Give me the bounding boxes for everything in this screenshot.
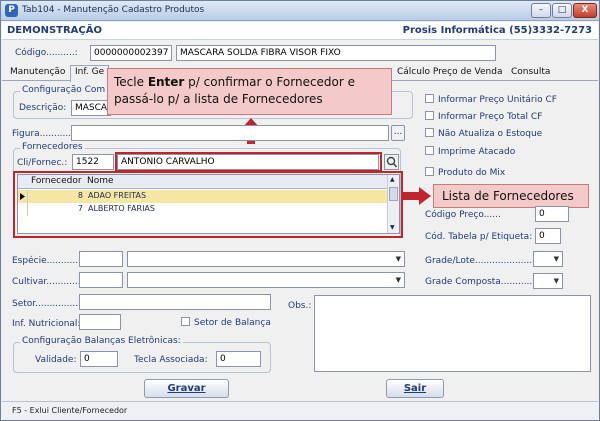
arrow-right-icon xyxy=(403,187,431,205)
chevron-down-icon: ▼ xyxy=(395,255,401,263)
inf-nutricional-label: Inf. Nutricional: xyxy=(12,319,81,329)
chevron-down-icon: ▼ xyxy=(395,276,401,284)
codigo-input[interactable]: 0000000002397 xyxy=(90,45,172,61)
chk-produto-mix-label: Produto do Mix xyxy=(438,168,506,178)
highlight-fornecedor-input xyxy=(115,152,382,172)
company-label: DEMONSTRAÇÃO xyxy=(7,25,102,36)
search-fornecedor-button[interactable] xyxy=(384,154,399,170)
chk-preco-unitario[interactable]: Informar Preço Unitário CF xyxy=(425,94,557,105)
status-text: F5 - Exlui Cliente/Fornecedor xyxy=(12,406,128,415)
chevron-down-icon: ▼ xyxy=(553,277,559,285)
codigo-preco-label: Código Preço...... xyxy=(425,210,501,220)
chevron-down-icon: ▼ xyxy=(553,255,559,263)
lista-fornecedores-callout: Lista de Fornecedores xyxy=(433,184,589,208)
product-description-input[interactable]: MASCARA SOLDA FIBRA VISOR FIXO xyxy=(176,45,496,61)
close-button[interactable]: X xyxy=(573,3,597,18)
sair-button[interactable]: Sair xyxy=(386,379,444,398)
especie-select[interactable]: ▼ xyxy=(127,251,405,267)
chk-setor-balanca-label: Setor de Balança xyxy=(194,318,271,328)
tab-calculo-preco[interactable]: Cálculo Preço de Venda xyxy=(397,67,502,77)
chk-preco-total[interactable]: Informar Preço Total CF xyxy=(425,111,542,122)
setor-label: Setor...............: xyxy=(12,299,82,309)
grade-composta-select[interactable]: ▼ xyxy=(533,273,563,289)
chk-nao-atualiza-estoque[interactable]: Não Atualiza o Estoque xyxy=(425,128,542,139)
balancas-title: Configuração Balanças Eletrônicas: xyxy=(20,336,183,346)
search-icon xyxy=(386,156,398,168)
chk-preco-total-label: Informar Preço Total CF xyxy=(438,112,543,122)
config-group-title: Configuração Com xyxy=(20,85,108,95)
descricao-label: Descrição: xyxy=(19,103,67,113)
minimize-button[interactable]: – xyxy=(531,3,551,18)
chk-nao-atualiza-label: Não Atualiza o Estoque xyxy=(438,129,543,139)
cli-fornec-label: Cli/Fornec.: xyxy=(17,158,68,168)
enter-tooltip: Tecle Enter p/ confirmar o Fornecedor e … xyxy=(107,68,392,115)
highlight-grid xyxy=(13,171,403,238)
browse-figura-button[interactable]: ... xyxy=(391,125,405,141)
grade-lote-label: Grade/Lote......................: xyxy=(425,256,541,266)
chk-preco-unitario-label: Informar Preço Unitário CF xyxy=(438,95,557,105)
cultivar-select[interactable]: ▼ xyxy=(127,272,405,288)
cultivar-code-input[interactable] xyxy=(79,272,123,288)
chk-setor-balanca[interactable]: Setor de Balança xyxy=(181,317,271,328)
vendor-contact: Prosis Informática (55)3332-7273 xyxy=(402,25,592,36)
main-window: P Tab104 - Manutenção Cadastro Produtos … xyxy=(0,0,600,421)
grade-lote-select[interactable]: ▼ xyxy=(533,251,563,267)
app-icon: P xyxy=(5,4,18,17)
fornecedor-code-input[interactable]: 1522 xyxy=(72,154,114,170)
window-title: Tab104 - Manutenção Cadastro Produtos xyxy=(22,5,205,15)
status-bar: F5 - Exlui Cliente/Fornecedor xyxy=(2,401,598,420)
codigo-label: Código..........: xyxy=(15,48,78,58)
validade-input[interactable]: 0 xyxy=(80,351,118,367)
lista-callout-text: Lista de Fornecedores xyxy=(442,189,574,203)
descricao-input[interactable]: MASCA xyxy=(71,100,111,116)
tab-manutencao[interactable]: Manutenção xyxy=(10,67,65,77)
header-bar: DEMONSTRAÇÃO Prosis Informática (55)3332… xyxy=(2,22,598,40)
tecla-associada-label: Tecla Associada: xyxy=(134,355,208,365)
gravar-button[interactable]: Gravar xyxy=(144,379,229,398)
validade-label: Validade: xyxy=(35,355,77,365)
codigo-preco-input[interactable]: 0 xyxy=(535,206,569,222)
tooltip-text-1: Tecle xyxy=(114,75,148,89)
chk-imprime-atacado[interactable]: Imprime Atacado xyxy=(425,146,515,157)
chk-imprime-atacado-label: Imprime Atacado xyxy=(438,147,516,157)
tab-consulta[interactable]: Consulta xyxy=(511,67,550,77)
fornecedores-title: Fornecedores xyxy=(20,142,85,152)
grade-composta-label: Grade Composta...........: xyxy=(425,277,536,287)
obs-label: Obs.: xyxy=(288,301,312,311)
title-bar: P Tab104 - Manutenção Cadastro Produtos … xyxy=(1,1,599,21)
tooltip-enter-key: Enter xyxy=(147,75,185,89)
maximize-button[interactable]: □ xyxy=(552,3,572,18)
inf-nutricional-input[interactable] xyxy=(79,314,121,330)
obs-textarea[interactable] xyxy=(314,295,591,372)
tecla-associada-input[interactable]: 0 xyxy=(216,351,261,367)
setor-input[interactable] xyxy=(79,294,271,310)
figura-input[interactable] xyxy=(71,125,389,141)
tab-inf-gerais[interactable]: Inf. Ge xyxy=(70,65,110,82)
cod-tabela-input[interactable]: 0 xyxy=(535,228,561,244)
cod-tabela-label: Cód. Tabela p/ Etiqueta: xyxy=(425,232,533,242)
especie-code-input[interactable] xyxy=(79,251,123,267)
chk-produto-mix[interactable]: Produto do Mix xyxy=(425,167,505,178)
